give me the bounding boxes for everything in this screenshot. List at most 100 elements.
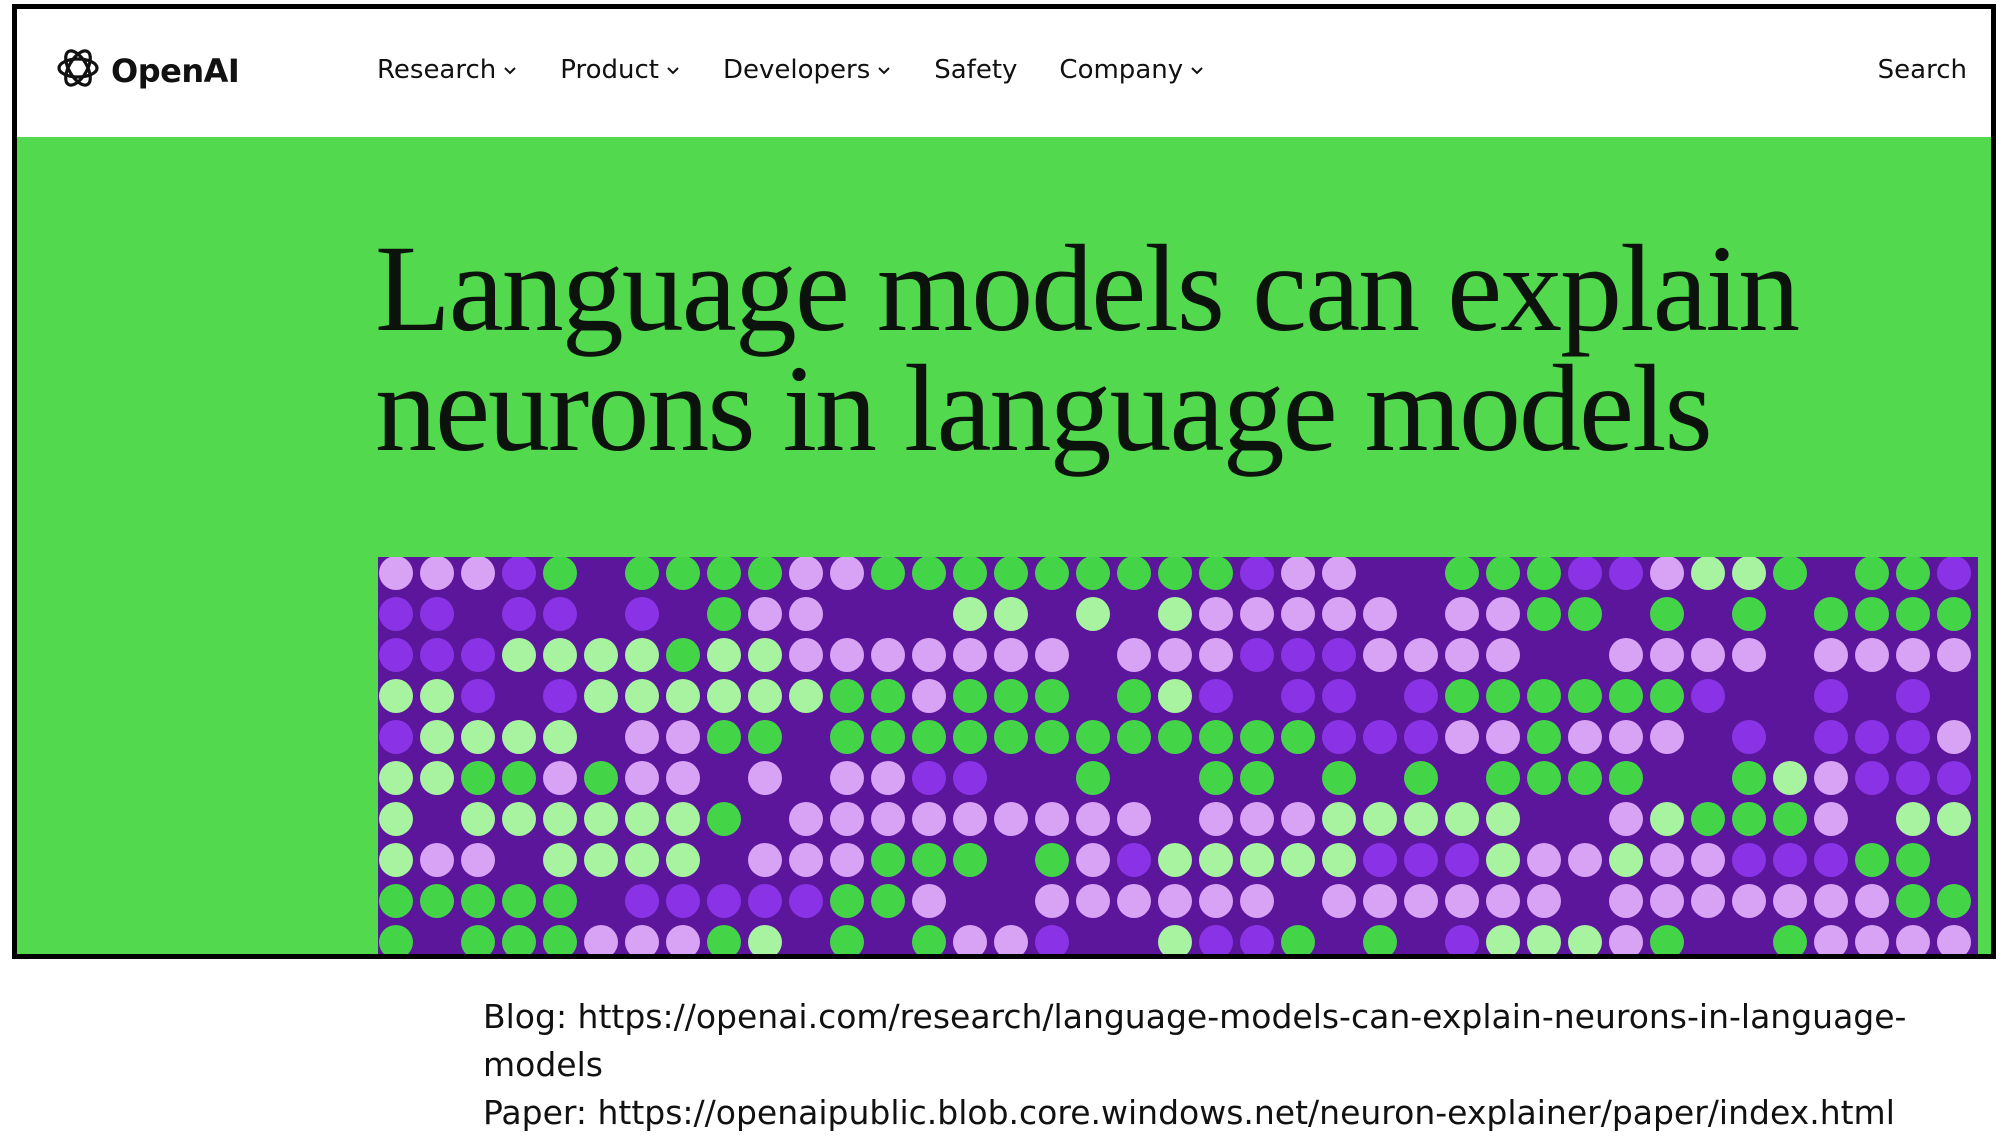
pattern-dot	[1281, 597, 1315, 631]
pattern-dot	[1486, 802, 1520, 836]
pattern-dot	[1650, 557, 1684, 590]
pattern-dot	[1650, 802, 1684, 836]
pattern-dot	[502, 884, 536, 918]
nav-label: Product	[560, 55, 659, 85]
nav-safety[interactable]: Safety	[934, 55, 1017, 85]
pattern-dot	[1486, 557, 1520, 590]
pattern-dot	[912, 638, 946, 672]
pattern-dot	[912, 925, 946, 954]
pattern-dot	[1199, 679, 1233, 713]
pattern-dot	[1527, 679, 1561, 713]
pattern-dot	[1855, 720, 1889, 754]
nav-developers[interactable]: Developers	[723, 55, 892, 85]
pattern-dot	[1732, 802, 1766, 836]
pattern-dot	[1363, 597, 1397, 631]
pattern-dot	[1814, 884, 1848, 918]
pattern-dot	[1035, 679, 1069, 713]
pattern-dot	[1076, 597, 1110, 631]
pattern-dot	[1814, 638, 1848, 672]
pattern-dot	[912, 557, 946, 590]
pattern-dot	[1896, 638, 1930, 672]
nav-research[interactable]: Research	[377, 55, 518, 85]
pattern-dot	[502, 925, 536, 954]
pattern-dot	[1691, 843, 1725, 877]
pattern-dot	[1896, 679, 1930, 713]
pattern-dot	[1240, 925, 1274, 954]
pattern-dot	[789, 557, 823, 590]
pattern-dot	[1240, 884, 1274, 918]
pattern-dot	[666, 720, 700, 754]
nav-company[interactable]: Company	[1059, 55, 1205, 85]
pattern-dot	[1445, 638, 1479, 672]
main-nav: Research Product Developers Safety Compa…	[377, 55, 1205, 85]
pattern-dot	[1732, 761, 1766, 795]
pattern-dot	[625, 843, 659, 877]
pattern-dot	[461, 925, 495, 954]
pattern-dot	[994, 679, 1028, 713]
source-caption: Blog: https://openai.com/research/langua…	[483, 993, 2009, 1137]
pattern-dot	[1199, 597, 1233, 631]
pattern-dot	[830, 557, 864, 590]
openai-logo-link[interactable]: OpenAI	[53, 43, 240, 98]
pattern-dot	[871, 884, 905, 918]
pattern-dot	[994, 720, 1028, 754]
pattern-dot	[953, 925, 987, 954]
pattern-dot	[871, 679, 905, 713]
pattern-dot	[1035, 720, 1069, 754]
pattern-dot	[1855, 638, 1889, 672]
pattern-dot	[871, 761, 905, 795]
pattern-dot	[625, 720, 659, 754]
pattern-dot	[1814, 802, 1848, 836]
pattern-dot	[1322, 597, 1356, 631]
pattern-dot	[584, 679, 618, 713]
pattern-dot	[1404, 884, 1438, 918]
nav-label: Research	[377, 55, 497, 85]
pattern-dot	[1609, 638, 1643, 672]
pattern-dot	[871, 638, 905, 672]
pattern-dot	[1691, 679, 1725, 713]
pattern-dot	[1199, 843, 1233, 877]
pattern-dot	[1117, 638, 1151, 672]
pattern-dot	[994, 925, 1028, 954]
pattern-dot	[1199, 557, 1233, 590]
pattern-dot	[584, 638, 618, 672]
pattern-dot	[1035, 925, 1069, 954]
search-button[interactable]: Search	[1878, 55, 1967, 85]
pattern-dot	[912, 679, 946, 713]
pattern-dot	[748, 884, 782, 918]
pattern-dot	[1445, 557, 1479, 590]
pattern-dot	[1486, 884, 1520, 918]
pattern-dot	[1568, 679, 1602, 713]
pattern-dot	[1076, 761, 1110, 795]
pattern-dot	[666, 557, 700, 590]
title-line-1: Language models can explain	[375, 220, 1800, 357]
pattern-dot	[502, 638, 536, 672]
pattern-dot	[1281, 720, 1315, 754]
pattern-dot	[1814, 761, 1848, 795]
pattern-dot	[379, 638, 413, 672]
pattern-dot	[707, 884, 741, 918]
pattern-dot	[1240, 843, 1274, 877]
pattern-dot	[502, 597, 536, 631]
pattern-dot	[1199, 802, 1233, 836]
pattern-dot	[420, 557, 454, 590]
pattern-dot	[1732, 638, 1766, 672]
pattern-dot	[1691, 802, 1725, 836]
openai-logo-icon	[53, 43, 103, 98]
pattern-dot	[830, 802, 864, 836]
pattern-dot	[789, 843, 823, 877]
blog-link-text: Blog: https://openai.com/research/langua…	[483, 997, 1907, 1084]
pattern-dot	[1527, 761, 1561, 795]
nav-product[interactable]: Product	[560, 55, 681, 85]
pattern-dot	[1814, 679, 1848, 713]
pattern-dot	[1117, 884, 1151, 918]
pattern-dot	[871, 557, 905, 590]
pattern-dot	[1568, 597, 1602, 631]
pattern-dot	[543, 720, 577, 754]
pattern-dot	[625, 679, 659, 713]
pattern-dot	[1240, 597, 1274, 631]
pattern-dot	[830, 925, 864, 954]
pattern-dot	[1240, 802, 1274, 836]
pattern-dot	[994, 557, 1028, 590]
pattern-dot	[379, 720, 413, 754]
